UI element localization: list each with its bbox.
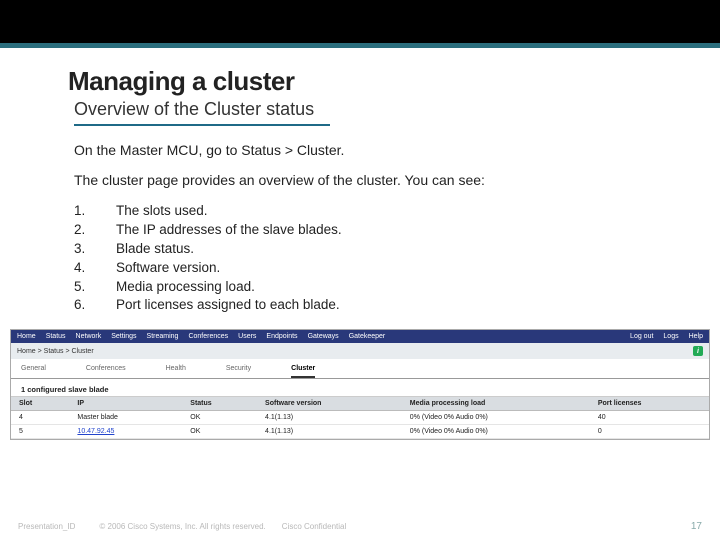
list-item-text: The slots used. (116, 202, 208, 221)
list-item-text: The IP addresses of the slave blades. (116, 221, 342, 240)
copyright: © 2006 Cisco Systems, Inc. All rights re… (99, 522, 265, 531)
paragraph-2: The cluster page provides an overview of… (74, 172, 700, 188)
nav-endpoints[interactable]: Endpoints (266, 333, 297, 340)
table-header-row: Slot IP Status Software version Media pr… (11, 397, 709, 411)
nav-settings[interactable]: Settings (111, 333, 136, 340)
tab-bar: General Conferences Health Security Clus… (11, 359, 709, 379)
list-item: 6.Port licenses assigned to each blade. (74, 296, 700, 315)
cell-sw: 4.1(1.13) (257, 411, 402, 425)
slide-footer: Presentation_ID © 2006 Cisco Systems, In… (0, 521, 720, 532)
nav-network[interactable]: Network (76, 333, 102, 340)
nav-home[interactable]: Home (17, 333, 36, 340)
cell-ports: 40 (590, 411, 709, 425)
col-ports: Port licenses (590, 397, 709, 411)
cell-load: 0% (Video 0% Audio 0%) (402, 425, 590, 439)
list-item-text: Software version. (116, 259, 220, 278)
cell-status: OK (182, 411, 257, 425)
list-item-text: Blade status. (116, 240, 194, 259)
breadcrumb: Home > Status > Cluster i (11, 343, 709, 359)
cell-ip-link[interactable]: 10.47.92.45 (77, 428, 114, 435)
nav-gatekeeper[interactable]: Gatekeeper (349, 333, 386, 340)
list-item: 2.The IP addresses of the slave blades. (74, 221, 700, 240)
nav-streaming[interactable]: Streaming (147, 333, 179, 340)
app-navbar: Home Status Network Settings Streaming C… (11, 330, 709, 343)
page-number: 17 (691, 521, 702, 532)
slide-title: Managing a cluster (68, 66, 700, 97)
cell-ports: 0 (590, 425, 709, 439)
nav-users[interactable]: Users (238, 333, 256, 340)
cluster-table: Slot IP Status Software version Media pr… (11, 397, 709, 439)
confidential-label: Cisco Confidential (282, 522, 346, 531)
cell-slot: 4 (11, 411, 69, 425)
cell-status: OK (182, 425, 257, 439)
list-item-text: Port licenses assigned to each blade. (116, 296, 340, 315)
list-item: 5.Media processing load. (74, 278, 700, 297)
table-row: 4 Master blade OK 4.1(1.13) 0% (Video 0%… (11, 411, 709, 425)
breadcrumb-text: Home > Status > Cluster (17, 348, 94, 355)
section-title: 1 configured slave blade (11, 379, 709, 397)
nav-logout[interactable]: Log out (630, 333, 653, 340)
table-row: 5 10.47.92.45 OK 4.1(1.13) 0% (Video 0% … (11, 425, 709, 439)
col-status: Status (182, 397, 257, 411)
col-software: Software version (257, 397, 402, 411)
nav-status[interactable]: Status (46, 333, 66, 340)
list-item-text: Media processing load. (116, 278, 255, 297)
presentation-id: Presentation_ID (18, 522, 75, 531)
embedded-screenshot: Home Status Network Settings Streaming C… (10, 329, 710, 440)
tab-cluster[interactable]: Cluster (291, 365, 315, 378)
list-item: 1.The slots used. (74, 202, 700, 221)
tab-health[interactable]: Health (166, 365, 186, 378)
cell-sw: 4.1(1.13) (257, 425, 402, 439)
numbered-list: 1.The slots used. 2.The IP addresses of … (74, 202, 700, 315)
nav-conferences[interactable]: Conferences (188, 333, 228, 340)
info-icon[interactable]: i (693, 346, 703, 356)
list-item: 3.Blade status. (74, 240, 700, 259)
col-slot: Slot (11, 397, 69, 411)
slide-subtitle: Overview of the Cluster status (74, 99, 700, 120)
nav-logs[interactable]: Logs (663, 333, 678, 340)
accent-line (74, 124, 330, 126)
title-bar (0, 0, 720, 48)
cell-ip: Master blade (69, 411, 182, 425)
tab-conferences[interactable]: Conferences (86, 365, 126, 378)
nav-gateways[interactable]: Gateways (308, 333, 339, 340)
list-item: 4.Software version. (74, 259, 700, 278)
col-ip: IP (69, 397, 182, 411)
cell-load: 0% (Video 0% Audio 0%) (402, 411, 590, 425)
paragraph-1: On the Master MCU, go to Status > Cluste… (74, 142, 700, 158)
cell-slot: 5 (11, 425, 69, 439)
tab-security[interactable]: Security (226, 365, 251, 378)
tab-general[interactable]: General (21, 365, 46, 378)
slide-body: Managing a cluster Overview of the Clust… (0, 48, 720, 315)
nav-help[interactable]: Help (689, 333, 703, 340)
col-load: Media processing load (402, 397, 590, 411)
